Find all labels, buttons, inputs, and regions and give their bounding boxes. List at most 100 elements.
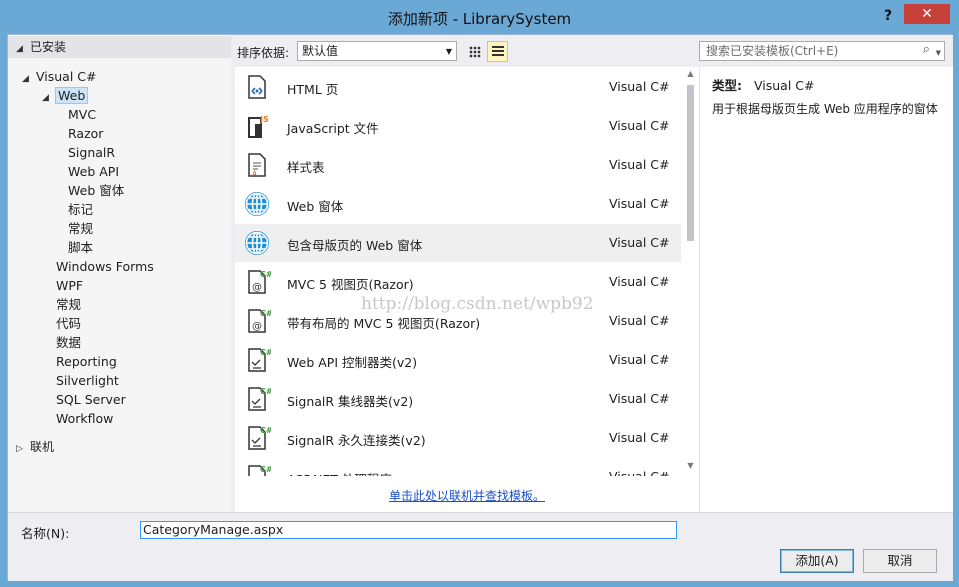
tree-item[interactable]: Razor [62, 124, 103, 143]
add-new-item-dialog: 添加新项 - LibrarySystem ? ✕ ◢ 已安装 ◢ Visual C#… [0, 0, 959, 587]
find-templates-online-link[interactable]: 单击此处以联机并查找模板。 [235, 487, 699, 504]
svg-text:C#: C# [260, 309, 271, 318]
template-row[interactable]: C# ASP.NET 处理程序 Visual C# [235, 458, 681, 476]
online-section-label: 联机 [30, 440, 55, 454]
tree-item[interactable]: 代码 [42, 314, 81, 333]
template-language: Visual C# [609, 469, 670, 476]
tree-item[interactable]: SignalR [62, 143, 115, 162]
template-name: HTML 页 [287, 82, 339, 97]
tree-item[interactable]: 常规 [62, 219, 93, 238]
tree-item-label: Reporting [56, 354, 117, 369]
tree-item[interactable]: ◢ Visual C# [22, 67, 97, 86]
tree-item-label: 常规 [56, 297, 82, 312]
svg-text:A: A [251, 170, 258, 178]
svg-text:JS: JS [259, 115, 269, 124]
svg-text:C#: C# [260, 465, 271, 474]
template-search-input[interactable]: 搜索已安装模板(Ctrl+E) ⌕ ▼ [699, 41, 945, 61]
template-row[interactable]: C# SignalR 集线器类(v2) Visual C# [235, 380, 681, 418]
tree-expand-arrow-icon[interactable]: ◢ [22, 70, 36, 89]
template-name: SignalR 集线器类(v2) [287, 394, 414, 409]
template-language: Visual C# [609, 79, 670, 94]
svg-text:C#: C# [260, 348, 271, 357]
tree-item[interactable]: Windows Forms [42, 257, 154, 276]
stylesheet-icon: A [243, 151, 271, 179]
tree-item-label: SQL Server [56, 392, 126, 407]
type-label: 类型: [712, 78, 742, 93]
help-button[interactable]: ? [878, 6, 898, 26]
name-field[interactable]: CategoryManage.aspx [140, 521, 677, 539]
svg-text:C#: C# [260, 387, 271, 396]
grid-view-icon [469, 46, 481, 58]
template-language: Visual C# [609, 235, 670, 250]
tree-item[interactable]: 常规 [42, 295, 81, 314]
list-view-icon [492, 46, 504, 58]
scroll-up-icon[interactable]: ▲ [682, 69, 699, 83]
list-view-button[interactable] [487, 41, 508, 62]
type-value: Visual C# [754, 78, 815, 93]
tree-item[interactable]: Silverlight [42, 371, 119, 390]
template-name: Web API 控制器类(v2) [287, 355, 418, 370]
tree-item-label: SignalR [68, 145, 116, 160]
web-form-globe-icon [243, 190, 271, 218]
template-description: 用于根据母版页生成 Web 应用程序的窗体 [712, 102, 938, 116]
template-row[interactable]: Web 窗体 Visual C# [235, 185, 681, 223]
tree-item[interactable]: Web 窗体 [62, 181, 124, 200]
javascript-file-icon: JS [243, 112, 271, 140]
template-detail-panel: 类型: Visual C# 用于根据母版页生成 Web 应用程序的窗体 [699, 67, 953, 512]
template-row[interactable]: C# SignalR 永久连接类(v2) Visual C# [235, 419, 681, 457]
installed-section-header[interactable]: ◢ 已安装 [8, 36, 231, 58]
expand-arrow-icon: ▷ [16, 444, 23, 454]
online-section-header[interactable]: ▷ 联机 [8, 436, 231, 458]
search-icon: ⌕ [922, 42, 930, 57]
template-name: 带有布局的 MVC 5 视图页(Razor) [287, 316, 481, 331]
handler-icon: C# [243, 463, 273, 476]
sort-by-dropdown[interactable]: 默认值 ▼ [297, 41, 457, 61]
tree-item[interactable]: Reporting [42, 352, 117, 371]
tree-item-label: Razor [68, 126, 104, 141]
tree-item[interactable]: Web API [62, 162, 119, 181]
template-row[interactable]: HTML 页 Visual C# [235, 68, 681, 106]
scroll-down-icon[interactable]: ▼ [682, 461, 699, 475]
tree-item-label: Web [54, 87, 89, 104]
tree-item[interactable]: 标记 [62, 200, 93, 219]
template-name: 样式表 [287, 160, 325, 175]
tree-item[interactable]: SQL Server [42, 390, 126, 409]
template-language: Visual C# [609, 352, 670, 367]
name-label: 名称(N): [21, 526, 70, 541]
scrollbar-thumb[interactable] [687, 85, 694, 241]
mvc-view-icon: @ C# [243, 268, 273, 296]
template-row[interactable]: 包含母版页的 Web 窗体 Visual C# [235, 224, 681, 262]
tree-item[interactable]: 脚本 [62, 238, 93, 257]
tree-item-label: 常规 [68, 221, 94, 236]
template-name: Web 窗体 [287, 199, 344, 214]
installed-section-label: 已安装 [30, 40, 67, 54]
template-language: Visual C# [609, 157, 670, 172]
template-language: Visual C# [609, 391, 670, 406]
chevron-down-icon: ▼ [445, 47, 452, 56]
tree-item-label: Windows Forms [56, 259, 154, 274]
template-language: Visual C# [609, 196, 670, 211]
tree-expand-arrow-icon[interactable]: ◢ [42, 89, 56, 108]
tree-item[interactable]: Workflow [42, 409, 113, 428]
small-icons-view-button[interactable] [464, 41, 485, 62]
template-row[interactable]: A 样式表 Visual C# [235, 146, 681, 184]
tree-item[interactable]: 数据 [42, 333, 81, 352]
title-bar[interactable]: 添加新项 - LibrarySystem ? ✕ [0, 0, 959, 34]
signalr-connection-icon: C# [243, 424, 273, 452]
template-row[interactable]: JS JavaScript 文件 Visual C# [235, 107, 681, 145]
tree-item-label: Silverlight [56, 373, 119, 388]
cancel-button[interactable]: 取消 [863, 549, 937, 573]
close-button[interactable]: ✕ [904, 4, 950, 24]
template-row[interactable]: C# Web API 控制器类(v2) Visual C# [235, 341, 681, 379]
sort-by-value: 默认值 [302, 44, 339, 58]
tree-item[interactable]: ◢ Web [42, 86, 89, 108]
tree-item[interactable]: MVC [62, 105, 96, 124]
template-list-scrollbar[interactable]: ▲ ▼ [682, 67, 699, 476]
template-name: ASP.NET 处理程序 [287, 469, 392, 476]
template-language: Visual C# [609, 430, 670, 445]
svg-text:@: @ [252, 321, 262, 332]
search-options-chevron-icon: ▼ [935, 49, 941, 57]
template-name: 包含母版页的 Web 窗体 [287, 238, 423, 253]
add-button[interactable]: 添加(A) [780, 549, 854, 573]
tree-item[interactable]: WPF [42, 276, 83, 295]
